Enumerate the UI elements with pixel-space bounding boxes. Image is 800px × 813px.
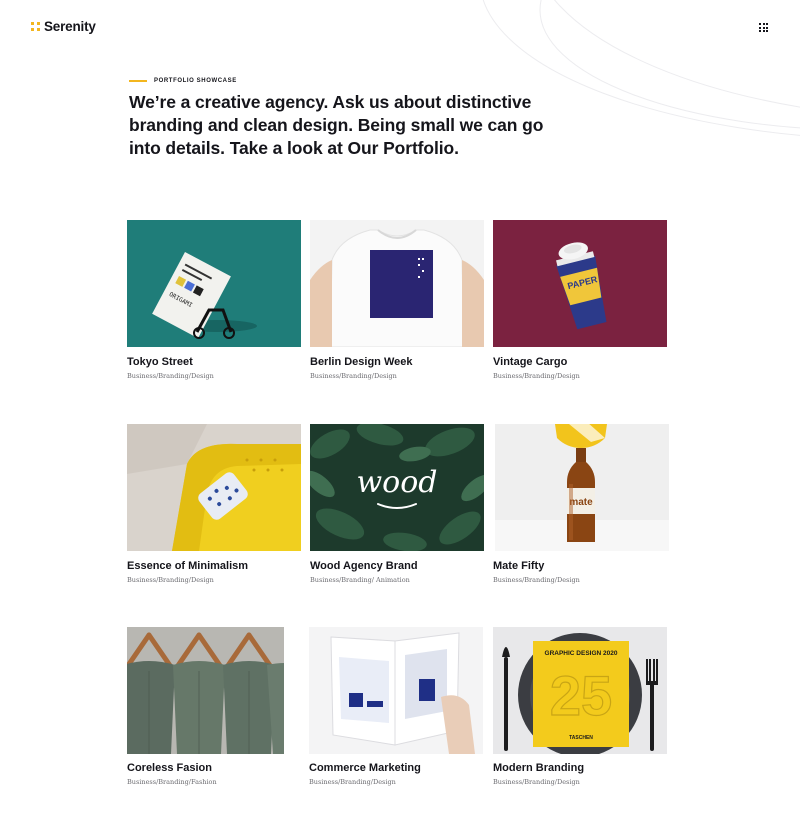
card-category: Business/Branding/Design [127,372,214,380]
card-category: Business/Branding/Design [309,778,396,786]
grid-menu-icon[interactable] [759,23,768,32]
portfolio-image [310,220,484,347]
card-title: Tokyo Street [127,356,193,368]
card-category: Business/Branding/Design [127,576,214,584]
book-title-text: GRAPHIC DESIGN 2020 [545,650,618,657]
portfolio-image [127,424,301,551]
portfolio-image [127,627,284,754]
page-headline: We’re a creative agency. Ask us about di… [129,92,544,158]
card-title: Modern Branding [493,762,585,774]
section-eyebrow: PORTFOLIO SHOWCASE [129,78,237,84]
card-title: Vintage Cargo [493,356,568,368]
card-category: Business/Branding/ Animation [310,576,410,584]
card-category: Business/Branding/Design [493,372,580,380]
card-category: Business/Branding/Design [493,576,580,584]
portfolio-image: wood [310,424,484,551]
portfolio-image: ORIGAMI [127,220,301,347]
portfolio-image: PAPER [493,220,667,347]
card-category: Business/Branding/Fashion [127,778,217,786]
portfolio-image [309,627,483,754]
book-number-text: 25 [550,664,612,727]
portfolio-image: GRAPHIC DESIGN 2020 25 TASCHEN [493,627,667,754]
card-title: Berlin Design Week [310,356,413,368]
eyebrow-accent-line [129,80,147,82]
card-title: Mate Fifty [493,560,545,572]
logo-mark-icon [31,22,40,31]
card-title: Wood Agency Brand [310,560,418,572]
card-title: Essence of Minimalism [127,560,249,572]
card-title: Coreless Fasion [127,762,212,774]
portfolio-image: mate [495,424,669,551]
brand-name: Serenity [44,19,96,34]
card-title: Commerce Marketing [309,762,421,774]
brand-logo[interactable]: Serenity [31,19,96,34]
card-category: Business/Branding/Design [310,372,397,380]
book-publisher-text: TASCHEN [569,735,593,741]
wood-lettering: wood [356,465,437,500]
eyebrow-text: PORTFOLIO SHOWCASE [154,78,237,84]
card-category: Business/Branding/Design [493,778,580,786]
